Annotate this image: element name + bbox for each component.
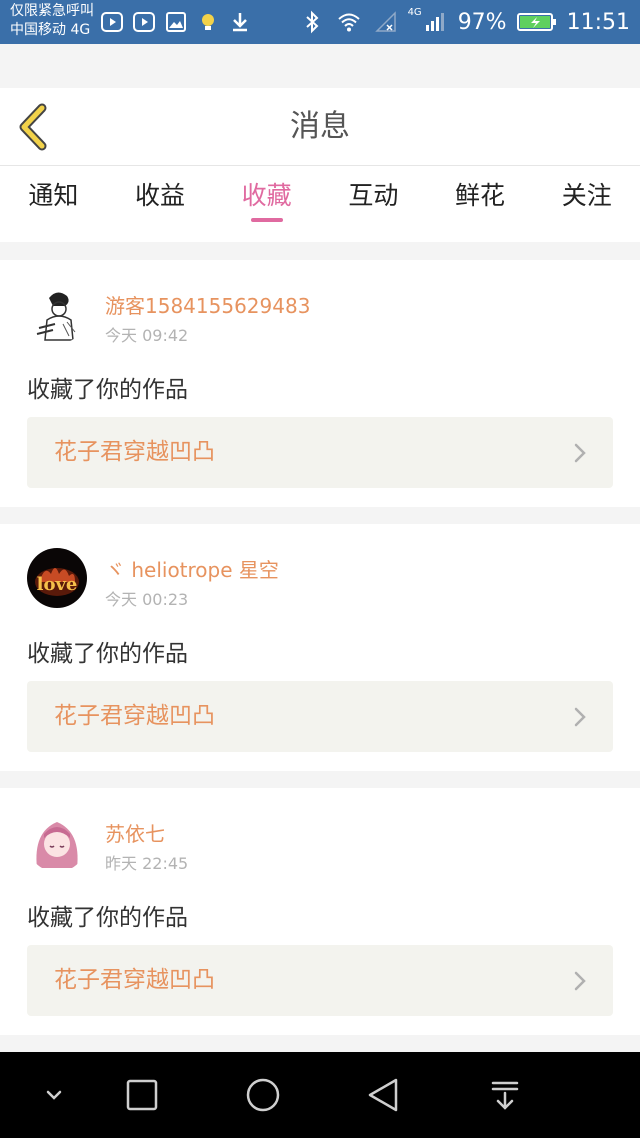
lightbulb-icon — [202, 14, 214, 30]
signal-empty-icon — [374, 11, 396, 32]
sketch-avatar-image — [27, 284, 87, 344]
username[interactable]: 游客1584155629483 — [105, 290, 310, 319]
tab-label: 通知 — [28, 181, 79, 210]
work-title: 花子君穿越凹凸 — [54, 439, 215, 465]
network-type-label: 4G — [407, 6, 422, 18]
timestamp: 今天 09:42 — [105, 326, 189, 345]
system-status: 4G 97% 11:51 — [300, 0, 630, 44]
tab-interactions[interactable]: 互动 — [320, 166, 427, 242]
tab-earnings[interactable]: 收益 — [107, 166, 214, 242]
video-play-icon — [133, 12, 155, 32]
action-text: 收藏了你的作品 — [27, 905, 188, 931]
status-bar: 仅限紧急呼叫 中国移动 4G 4G 97% 11:51 — [0, 0, 640, 44]
page-title: 消息 — [290, 109, 350, 144]
action-text: 收藏了你的作品 — [27, 377, 188, 403]
tab-bar: 通知 收益 收藏 互动 鲜花 关注 — [0, 166, 640, 242]
back-triangle-icon[interactable] — [364, 1075, 404, 1115]
tab-favorites[interactable]: 收藏 — [213, 166, 320, 242]
navigation-bar — [0, 1052, 640, 1138]
image-icon — [166, 12, 186, 32]
carrier-line-1: 仅限紧急呼叫 — [10, 3, 94, 19]
video-play-icon — [101, 12, 123, 32]
battery-percent: 97% — [457, 9, 507, 35]
svg-text:love: love — [37, 574, 78, 595]
message-card: 游客1584155629483 今天 09:42 收藏了你的作品 花子君穿越凹凸 — [0, 260, 640, 507]
message-card: love ヾ heliotrope 星空 今天 00:23 收藏了你的作品 花子… — [0, 524, 640, 771]
avatar[interactable] — [27, 812, 87, 872]
signal-strength-icon — [425, 13, 444, 31]
bluetooth-icon — [305, 10, 319, 34]
tab-notifications[interactable]: 通知 — [0, 166, 107, 242]
chevron-down-icon[interactable] — [34, 1075, 74, 1115]
avatar[interactable] — [27, 284, 87, 344]
notification-icons — [100, 10, 252, 34]
tab-label: 收益 — [135, 181, 186, 210]
chevron-right-icon — [574, 971, 586, 991]
work-link[interactable]: 花子君穿越凹凸 — [27, 945, 613, 1016]
love-fire-avatar-image: love — [27, 548, 87, 608]
home-circle-icon[interactable] — [243, 1075, 283, 1115]
tab-label: 鲜花 — [455, 181, 506, 210]
timestamp: 今天 00:23 — [105, 590, 189, 609]
chevron-right-icon — [574, 707, 586, 727]
anime-girl-avatar-image — [27, 812, 87, 872]
active-tab-indicator — [250, 218, 283, 222]
username[interactable]: ヾ heliotrope 星空 — [105, 554, 279, 583]
clock: 11:51 — [566, 9, 630, 35]
carrier-info: 仅限紧急呼叫 中国移动 4G — [10, 2, 110, 40]
download-icon — [233, 13, 247, 32]
work-title: 花子君穿越凹凸 — [54, 703, 215, 729]
work-title: 花子君穿越凹凸 — [54, 967, 215, 993]
carrier-line-2: 中国移动 4G — [10, 22, 91, 38]
work-link[interactable]: 花子君穿越凹凸 — [27, 681, 613, 752]
tab-label: 收藏 — [241, 181, 292, 210]
username[interactable]: 苏依七 — [105, 818, 165, 847]
tab-flowers[interactable]: 鲜花 — [427, 166, 534, 242]
action-text: 收藏了你的作品 — [27, 641, 188, 667]
timestamp: 昨天 22:45 — [105, 854, 189, 873]
notification-pulldown-icon[interactable] — [485, 1075, 525, 1115]
tab-label: 关注 — [561, 181, 612, 210]
tab-following[interactable]: 关注 — [533, 166, 640, 242]
tab-label: 互动 — [348, 181, 399, 210]
chevron-right-icon — [574, 443, 586, 463]
avatar[interactable]: love — [27, 548, 87, 608]
wifi-icon — [337, 13, 360, 32]
work-link[interactable]: 花子君穿越凹凸 — [27, 417, 613, 488]
message-card: 苏依七 昨天 22:45 收藏了你的作品 花子君穿越凹凸 — [0, 788, 640, 1035]
app-header: 消息 — [0, 88, 640, 166]
battery-charging-icon — [516, 13, 556, 31]
top-spacer — [0, 44, 640, 88]
recents-square-icon[interactable] — [122, 1075, 162, 1115]
